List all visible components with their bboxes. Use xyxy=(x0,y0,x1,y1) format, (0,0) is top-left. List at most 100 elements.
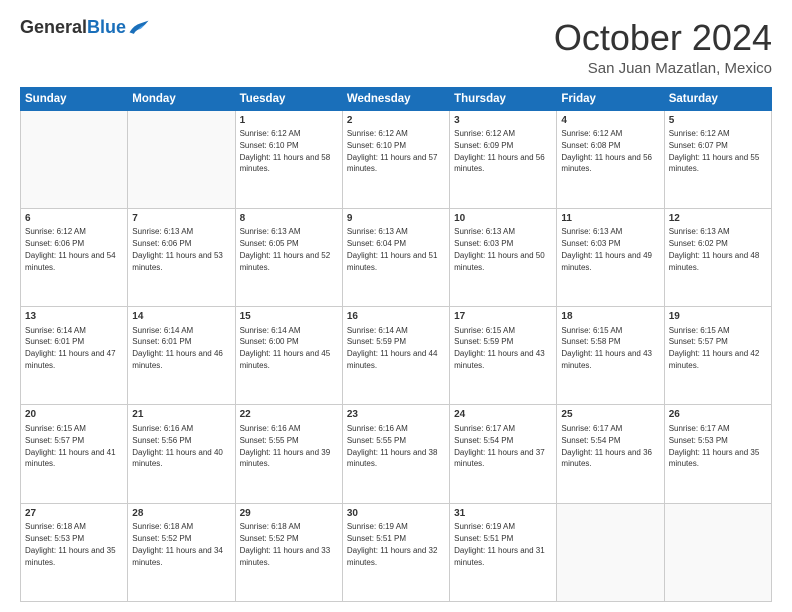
calendar-week-row: 13 Sunrise: 6:14 AMSunset: 6:01 PMDayligh… xyxy=(21,307,772,405)
logo-blue-text: Blue xyxy=(87,17,126,37)
calendar-day-cell: 23 Sunrise: 6:16 AMSunset: 5:55 PMDayligh… xyxy=(342,405,449,503)
calendar-day-cell: 12Sunrise: 6:13 AMSunset: 6:02 PMDayligh… xyxy=(664,208,771,306)
day-number: 31 xyxy=(454,507,552,521)
day-info: Sunrise: 6:12 AMSunset: 6:06 PMDaylight:… xyxy=(25,227,116,271)
calendar-day-cell: 29Sunrise: 6:18 AMSunset: 5:52 PMDayligh… xyxy=(235,503,342,601)
calendar-day-cell: 8Sunrise: 6:13 AMSunset: 6:05 PMDaylight… xyxy=(235,208,342,306)
calendar-day-header: Thursday xyxy=(450,87,557,110)
location: San Juan Mazatlan, Mexico xyxy=(554,60,772,77)
day-info: Sunrise: 6:15 AMSunset: 5:59 PMDaylight:… xyxy=(454,326,545,370)
calendar-day-cell: 11Sunrise: 6:13 AMSunset: 6:03 PMDayligh… xyxy=(557,208,664,306)
calendar-day-header: Sunday xyxy=(21,87,128,110)
day-number: 10 xyxy=(454,212,552,226)
calendar-day-cell: 30Sunrise: 6:19 AMSunset: 5:51 PMDayligh… xyxy=(342,503,449,601)
day-info: Sunrise: 6:13 AMSunset: 6:05 PMDaylight:… xyxy=(240,227,331,271)
day-number: 3 xyxy=(454,114,552,128)
day-info: Sunrise: 6:16 AMSunset: 5:56 PMDaylight:… xyxy=(132,424,223,468)
month-title: October 2024 xyxy=(554,18,772,58)
day-number: 14 xyxy=(132,310,230,324)
day-info: Sunrise: 6:17 AMSunset: 5:54 PMDaylight:… xyxy=(454,424,545,468)
calendar-day-cell xyxy=(557,503,664,601)
calendar-day-cell: 9Sunrise: 6:13 AMSunset: 6:04 PMDaylight… xyxy=(342,208,449,306)
calendar-day-header: Wednesday xyxy=(342,87,449,110)
calendar-day-cell: 28Sunrise: 6:18 AMSunset: 5:52 PMDayligh… xyxy=(128,503,235,601)
calendar-day-header: Monday xyxy=(128,87,235,110)
day-info: Sunrise: 6:15 AMSunset: 5:57 PMDaylight:… xyxy=(25,424,116,468)
day-info: Sunrise: 6:18 AMSunset: 5:53 PMDaylight:… xyxy=(25,522,116,566)
day-info: Sunrise: 6:19 AMSunset: 5:51 PMDaylight:… xyxy=(454,522,545,566)
day-info: Sunrise: 6:14 AMSunset: 6:01 PMDaylight:… xyxy=(25,326,116,370)
day-number: 6 xyxy=(25,212,123,226)
calendar-week-row: 1Sunrise: 6:12 AMSunset: 6:10 PMDaylight… xyxy=(21,110,772,208)
day-number: 20 xyxy=(25,408,123,422)
calendar-day-cell: 13 Sunrise: 6:14 AMSunset: 6:01 PMDayligh… xyxy=(21,307,128,405)
day-number: 23 xyxy=(347,408,445,422)
day-number: 19 xyxy=(669,310,767,324)
day-info: Sunrise: 6:17 AMSunset: 5:53 PMDaylight:… xyxy=(669,424,760,468)
calendar-table: SundayMondayTuesdayWednesdayThursdayFrid… xyxy=(20,87,772,602)
day-info: Sunrise: 6:16 AMSunset: 5:55 PMDaylight:… xyxy=(240,424,331,468)
calendar-day-cell: 18Sunrise: 6:15 AMSunset: 5:58 PMDayligh… xyxy=(557,307,664,405)
calendar-day-cell: 27Sunrise: 6:18 AMSunset: 5:53 PMDayligh… xyxy=(21,503,128,601)
day-info: Sunrise: 6:16 AMSunset: 5:55 PMDaylight:… xyxy=(347,424,438,468)
day-info: Sunrise: 6:12 AMSunset: 6:10 PMDaylight:… xyxy=(347,129,438,173)
day-number: 5 xyxy=(669,114,767,128)
day-number: 15 xyxy=(240,310,338,324)
day-info: Sunrise: 6:12 AMSunset: 6:08 PMDaylight:… xyxy=(561,129,652,173)
day-number: 8 xyxy=(240,212,338,226)
day-number: 25 xyxy=(561,408,659,422)
day-info: Sunrise: 6:13 AMSunset: 6:06 PMDaylight:… xyxy=(132,227,223,271)
calendar-week-row: 20 Sunrise: 6:15 AMSunset: 5:57 PMDayligh… xyxy=(21,405,772,503)
calendar-day-cell: 4Sunrise: 6:12 AMSunset: 6:08 PMDaylight… xyxy=(557,110,664,208)
calendar-day-header: Friday xyxy=(557,87,664,110)
day-number: 30 xyxy=(347,507,445,521)
day-number: 7 xyxy=(132,212,230,226)
calendar-day-cell: 16Sunrise: 6:14 AMSunset: 5:59 PMDayligh… xyxy=(342,307,449,405)
day-info: Sunrise: 6:13 AMSunset: 6:03 PMDaylight:… xyxy=(561,227,652,271)
day-number: 27 xyxy=(25,507,123,521)
calendar-day-cell: 15Sunrise: 6:14 AMSunset: 6:00 PMDayligh… xyxy=(235,307,342,405)
day-info: Sunrise: 6:14 AMSunset: 6:01 PMDaylight:… xyxy=(132,326,223,370)
calendar-day-cell: 22 Sunrise: 6:16 AMSunset: 5:55 PMDayligh… xyxy=(235,405,342,503)
calendar-day-cell: 3Sunrise: 6:12 AMSunset: 6:09 PMDaylight… xyxy=(450,110,557,208)
calendar-day-cell: 24 Sunrise: 6:17 AMSunset: 5:54 PMDayligh… xyxy=(450,405,557,503)
day-number: 22 xyxy=(240,408,338,422)
calendar-day-cell xyxy=(21,110,128,208)
day-info: Sunrise: 6:15 AMSunset: 5:57 PMDaylight:… xyxy=(669,326,760,370)
day-number: 12 xyxy=(669,212,767,226)
calendar-day-cell xyxy=(128,110,235,208)
calendar-day-cell: 6Sunrise: 6:12 AMSunset: 6:06 PMDaylight… xyxy=(21,208,128,306)
day-number: 16 xyxy=(347,310,445,324)
day-number: 1 xyxy=(240,114,338,128)
day-number: 13 xyxy=(25,310,123,324)
day-info: Sunrise: 6:12 AMSunset: 6:07 PMDaylight:… xyxy=(669,129,760,173)
title-area: October 2024 San Juan Mazatlan, Mexico xyxy=(554,18,772,77)
day-info: Sunrise: 6:19 AMSunset: 5:51 PMDaylight:… xyxy=(347,522,438,566)
day-info: Sunrise: 6:18 AMSunset: 5:52 PMDaylight:… xyxy=(132,522,223,566)
day-info: Sunrise: 6:13 AMSunset: 6:03 PMDaylight:… xyxy=(454,227,545,271)
day-number: 24 xyxy=(454,408,552,422)
day-number: 2 xyxy=(347,114,445,128)
day-number: 28 xyxy=(132,507,230,521)
calendar-week-row: 6Sunrise: 6:12 AMSunset: 6:06 PMDaylight… xyxy=(21,208,772,306)
calendar-day-cell: 20 Sunrise: 6:15 AMSunset: 5:57 PMDayligh… xyxy=(21,405,128,503)
calendar-day-cell: 2Sunrise: 6:12 AMSunset: 6:10 PMDaylight… xyxy=(342,110,449,208)
day-number: 21 xyxy=(132,408,230,422)
day-info: Sunrise: 6:17 AMSunset: 5:54 PMDaylight:… xyxy=(561,424,652,468)
day-number: 9 xyxy=(347,212,445,226)
calendar-day-cell: 19 Sunrise: 6:15 AMSunset: 5:57 PMDayligh… xyxy=(664,307,771,405)
calendar-header-row: SundayMondayTuesdayWednesdayThursdayFrid… xyxy=(21,87,772,110)
day-info: Sunrise: 6:12 AMSunset: 6:10 PMDaylight:… xyxy=(240,129,331,173)
calendar-day-cell: 1Sunrise: 6:12 AMSunset: 6:10 PMDaylight… xyxy=(235,110,342,208)
day-info: Sunrise: 6:13 AMSunset: 6:04 PMDaylight:… xyxy=(347,227,438,271)
calendar-day-cell: 5Sunrise: 6:12 AMSunset: 6:07 PMDaylight… xyxy=(664,110,771,208)
calendar-day-cell: 26 Sunrise: 6:17 AMSunset: 5:53 PMDayligh… xyxy=(664,405,771,503)
calendar-day-cell: 17Sunrise: 6:15 AMSunset: 5:59 PMDayligh… xyxy=(450,307,557,405)
calendar-day-cell: 14 Sunrise: 6:14 AMSunset: 6:01 PMDayligh… xyxy=(128,307,235,405)
day-number: 4 xyxy=(561,114,659,128)
day-info: Sunrise: 6:18 AMSunset: 5:52 PMDaylight:… xyxy=(240,522,331,566)
calendar-day-header: Saturday xyxy=(664,87,771,110)
calendar-day-header: Tuesday xyxy=(235,87,342,110)
day-number: 26 xyxy=(669,408,767,422)
calendar-day-cell: 7Sunrise: 6:13 AMSunset: 6:06 PMDaylight… xyxy=(128,208,235,306)
